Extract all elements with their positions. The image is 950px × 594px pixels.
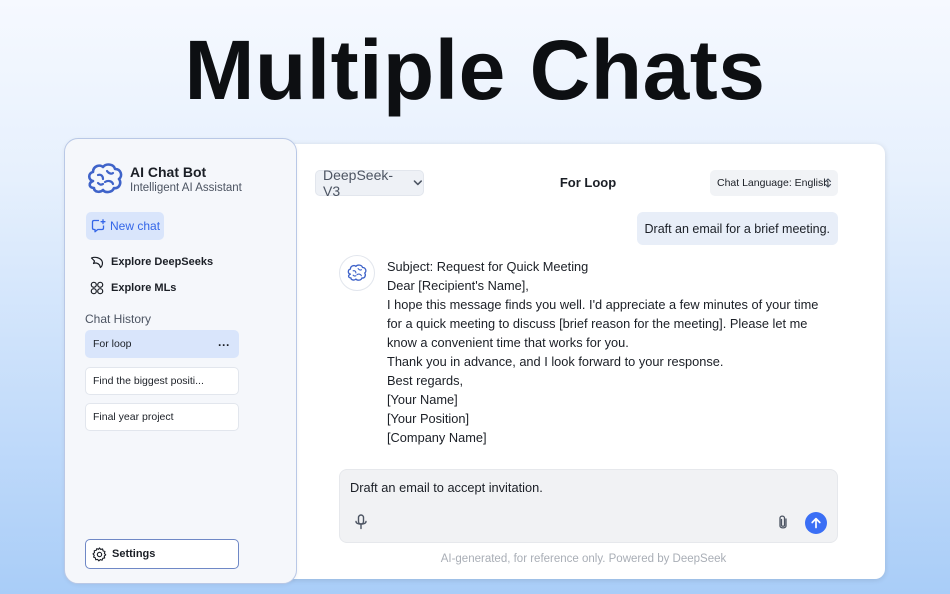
chat-window: DeepSeek-V3 For Loop Chat Language: Engl…	[282, 144, 885, 579]
bot-message-line: know a convenient time that works for yo…	[387, 335, 629, 350]
settings-label: Settings	[112, 548, 156, 560]
message-composer[interactable]: Draft an email to accept invitation.	[339, 469, 838, 543]
sidebar: AI Chat Bot Intelligent AI Assistant New…	[64, 138, 297, 584]
history-item-label: Final year project	[93, 411, 174, 423]
more-options-icon[interactable]: ···	[218, 338, 230, 352]
bot-message-line: Dear [Recipient's Name],	[387, 278, 529, 293]
dolphin-icon	[90, 256, 104, 269]
microphone-icon[interactable]	[354, 514, 368, 530]
bot-message-line: [Your Position]	[387, 411, 470, 426]
nav-explore-mls[interactable]: Explore MLs	[90, 278, 176, 298]
disclaimer-footer: AI-generated, for reference only. Powere…	[440, 553, 727, 565]
bot-message-line: [Company Name]	[387, 430, 487, 445]
chat-history-heading: Chat History	[85, 312, 152, 326]
nav-explore-deepseeks[interactable]: Explore DeepSeeks	[90, 252, 213, 272]
updown-chevron-icon	[824, 178, 832, 188]
chat-title: For Loop	[559, 175, 617, 190]
brain-logo-icon	[87, 163, 123, 194]
paperclip-icon[interactable]	[776, 514, 790, 531]
bot-message-line: Best regards,	[387, 373, 464, 388]
grid-circles-icon	[90, 281, 104, 295]
model-select[interactable]: DeepSeek-V3	[315, 167, 424, 199]
chevron-down-icon	[414, 180, 423, 186]
bot-message-line: Thank you in advance, and I look forward…	[387, 354, 724, 369]
language-select[interactable]: Chat Language: English	[710, 170, 838, 196]
history-item[interactable]: Final year project	[85, 403, 239, 431]
language-select-label: Chat Language: English	[717, 177, 830, 189]
arrow-up-icon	[811, 517, 821, 529]
nav-label: Explore MLs	[111, 282, 177, 294]
bot-message-line: Subject: Request for Quick Meeting	[387, 259, 589, 274]
history-item-label: For loop	[93, 338, 132, 350]
app-name: AI Chat Bot	[130, 164, 207, 180]
page-headline: Multiple Chats	[184, 23, 766, 117]
bot-message-line: for a quick meeting to discuss [brief re…	[387, 316, 808, 331]
history-item[interactable]: Find the biggest positi...	[85, 367, 239, 395]
app-subtitle: Intelligent AI Assistant	[130, 182, 242, 194]
user-message-bubble: Draft an email for a brief meeting.	[636, 212, 838, 245]
bot-message-line: [Your Name]	[387, 392, 458, 407]
bot-avatar	[339, 255, 375, 291]
composer-input[interactable]: Draft an email to accept invitation.	[350, 480, 543, 495]
history-item-label: Find the biggest positi...	[93, 375, 204, 387]
new-chat-button[interactable]: New chat	[86, 212, 164, 240]
history-item[interactable]: For loop ···	[85, 330, 239, 358]
nav-label: Explore DeepSeeks	[111, 256, 214, 268]
settings-button[interactable]: Settings	[85, 539, 239, 569]
send-button[interactable]	[805, 512, 827, 534]
new-chat-label: New chat	[110, 219, 161, 233]
new-chat-icon	[91, 219, 106, 233]
bot-message: Subject: Request for Quick Meeting Dear …	[387, 257, 827, 447]
bot-message-line: I hope this message finds you well. I'd …	[387, 297, 819, 312]
model-select-label: DeepSeek-V3	[323, 167, 394, 199]
gear-icon	[92, 546, 107, 561]
brain-icon	[347, 264, 367, 281]
